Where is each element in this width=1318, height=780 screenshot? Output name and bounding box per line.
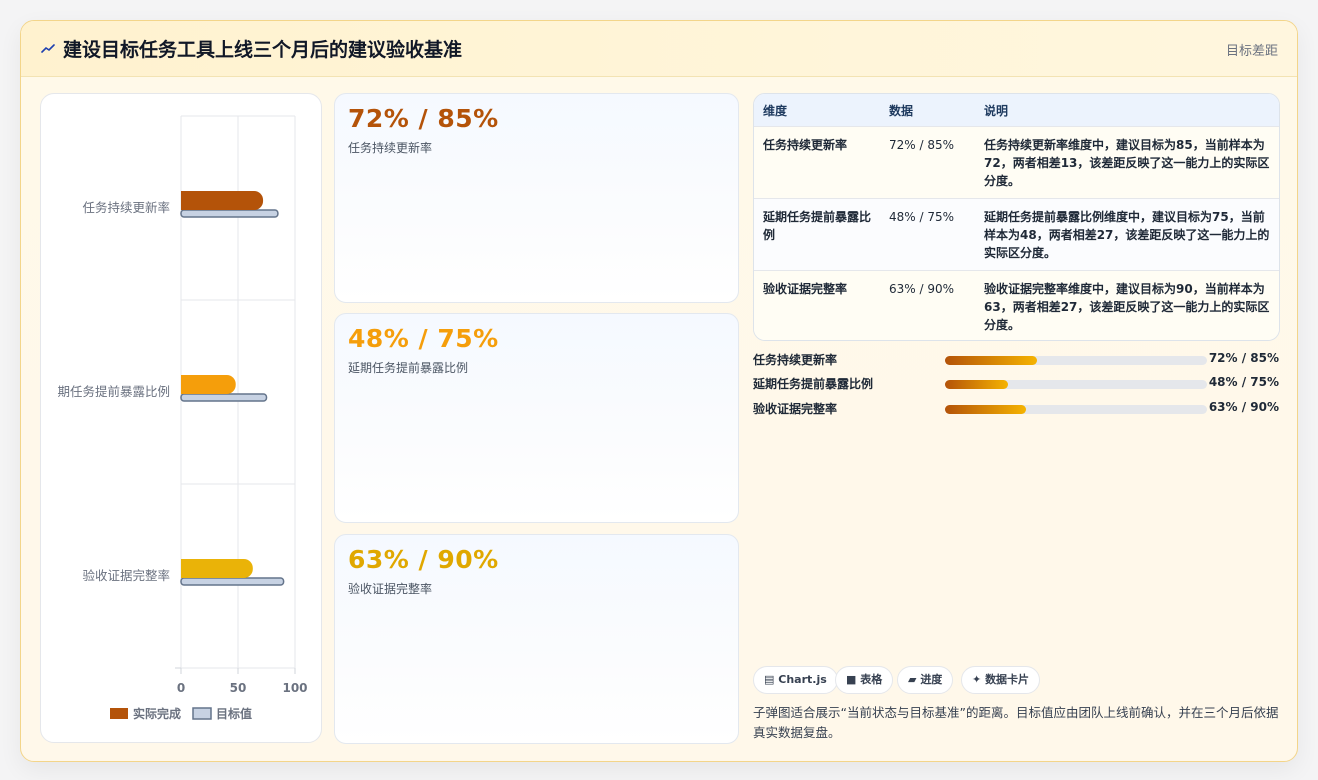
- stat-card: 48% / 75% 延期任务提前暴露比例: [334, 313, 739, 523]
- chip-label: 进度: [920, 673, 943, 686]
- line-chart-icon: [41, 44, 55, 53]
- progress-value: 72% / 85%: [1208, 351, 1279, 365]
- chip-chartjs[interactable]: ▤ Chart.js: [753, 666, 838, 694]
- progress-row: 验收证据完整率 63% / 90%: [753, 400, 1279, 418]
- progress-fill: [945, 405, 1027, 414]
- cell-data: 72% / 85%: [880, 126, 975, 199]
- header: 建设目标任务工具上线三个月后的建议验收基准 目标差距: [21, 21, 1297, 77]
- cell-description: 延期任务提前暴露比例维度中，建议目标为75，当前样本为48，两者相差27，该差距…: [975, 198, 1279, 271]
- chip-label: Chart.js: [778, 673, 827, 686]
- panel: 建设目标任务工具上线三个月后的建议验收基准 目标差距 0 50 100 任务持续更新率…: [20, 20, 1298, 762]
- legend-swatch-target: [192, 707, 212, 720]
- footnote: 子弹图适合展示“当前状态与目标基准”的距离。目标值应由团队上线前确认，并在三个月…: [753, 705, 1279, 740]
- actual-bar: [181, 559, 253, 578]
- progress-label: 任务持续更新率: [753, 353, 838, 367]
- stat-value: 63% / 90%: [348, 545, 499, 574]
- category-label: 验收证据完整率: [82, 568, 170, 583]
- bullet-chart: 0 50 100 任务持续更新率期任务提前暴露比例验收证据完整率实际完成 目标值: [57, 115, 308, 721]
- progress-icon: ▰: [908, 673, 917, 686]
- progress-track: [945, 380, 1207, 389]
- legend-label: 目标值: [216, 706, 252, 721]
- legend-label: 实际完成: [133, 706, 181, 721]
- actual-bar-base: [181, 191, 191, 210]
- progress-fill: [945, 380, 1008, 389]
- cell-dimension: 延期任务提前暴露比例: [754, 198, 880, 271]
- stat-label: 任务持续更新率: [348, 141, 433, 155]
- cell-dimension: 任务持续更新率: [754, 126, 880, 199]
- progress-label: 延期任务提前暴露比例: [753, 377, 874, 391]
- stat-label: 验收证据完整率: [348, 582, 433, 596]
- tick-label: 50: [230, 681, 247, 695]
- column-header: 维度: [754, 94, 880, 127]
- stat-label: 延期任务提前暴露比例: [348, 361, 469, 375]
- chip-progress[interactable]: ▰ 进度: [897, 666, 954, 694]
- target-bar: [180, 577, 285, 586]
- stat-card: 72% / 85% 任务持续更新率: [334, 93, 739, 303]
- cell-data: 48% / 75%: [880, 198, 975, 271]
- target-bar: [180, 209, 279, 218]
- data-table: 维度 数据 说明 任务持续更新率 72% / 85% 任务持续更新率维度中，建议…: [753, 93, 1280, 341]
- stat-card: 63% / 90% 验收证据完整率: [334, 534, 739, 744]
- table-icon: ■: [846, 673, 857, 686]
- cell-data: 63% / 90%: [880, 270, 975, 340]
- progress-value: 48% / 75%: [1208, 375, 1279, 389]
- actual-bar: [181, 191, 264, 210]
- column-header: 数据: [880, 94, 975, 127]
- chip-label: 表格: [860, 673, 883, 686]
- category-label: 期任务提前暴露比例: [57, 384, 170, 399]
- chip-data-card[interactable]: ✦ 数据卡片: [961, 666, 1041, 694]
- stat-value: 48% / 75%: [348, 324, 499, 353]
- table-row: 延期任务提前暴露比例 48% / 75% 延期任务提前暴露比例维度中，建议目标为…: [754, 198, 1279, 271]
- legend-swatch-actual: [110, 708, 128, 719]
- bullet-chart-card: 0 50 100 任务持续更新率期任务提前暴露比例验收证据完整率实际完成 目标值: [40, 93, 322, 743]
- cell-description: 验收证据完整率维度中，建议目标为90，当前样本为63，两者相差27，该差距反映了…: [975, 270, 1279, 340]
- target-bar: [180, 393, 268, 402]
- table-row: 验收证据完整率 63% / 90% 验收证据完整率维度中，建议目标为90，当前样…: [754, 270, 1279, 340]
- progress-label: 验收证据完整率: [753, 402, 838, 416]
- chip-label: 数据卡片: [985, 673, 1030, 686]
- progress-track: [945, 405, 1207, 414]
- actual-bar-base: [181, 375, 191, 394]
- card-icon: ✦: [972, 673, 982, 686]
- progress-value: 63% / 90%: [1208, 400, 1279, 414]
- tick-label: 0: [177, 681, 185, 695]
- chart-icon: ▤: [764, 673, 775, 686]
- cell-dimension: 验收证据完整率: [754, 270, 880, 340]
- tick-label: 100: [282, 681, 307, 695]
- table-row: 任务持续更新率 72% / 85% 任务持续更新率维度中，建议目标为85，当前样…: [754, 126, 1279, 199]
- cell-description: 任务持续更新率维度中，建议目标为85，当前样本为72，两者相差13，该差距反映了…: [975, 126, 1279, 199]
- category-label: 任务持续更新率: [82, 200, 170, 215]
- table-header-row: 维度 数据 说明: [754, 94, 1279, 127]
- progress-track: [945, 356, 1207, 365]
- progress-fill: [945, 356, 1037, 365]
- progress-row: 任务持续更新率 72% / 85%: [753, 351, 1279, 369]
- stat-value: 72% / 85%: [348, 104, 499, 133]
- chip-table[interactable]: ■ 表格: [835, 666, 894, 694]
- page-title: 建设目标任务工具上线三个月后的建议验收基准: [63, 39, 463, 61]
- header-tag: 目标差距: [1225, 44, 1278, 59]
- column-header: 说明: [975, 94, 1279, 127]
- actual-bar-base: [181, 559, 191, 578]
- progress-row: 延期任务提前暴露比例 48% / 75%: [753, 375, 1279, 393]
